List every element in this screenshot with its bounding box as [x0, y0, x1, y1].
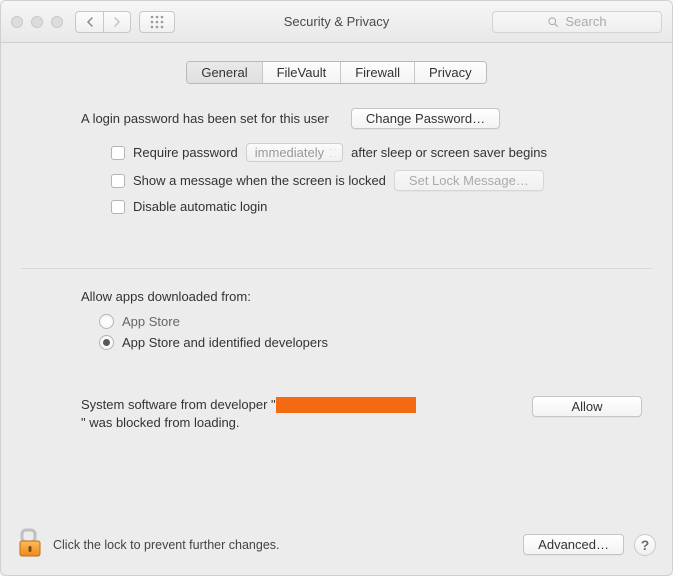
tab-filevault[interactable]: FileVault	[263, 62, 342, 83]
help-button[interactable]: ?	[634, 534, 656, 556]
search-input[interactable]: Search	[492, 11, 662, 33]
minimize-window-button[interactable]	[31, 16, 43, 28]
login-password-section: A login password has been set for this u…	[21, 108, 652, 222]
lock-icon[interactable]	[17, 528, 43, 561]
radio-identified-developers[interactable]	[99, 335, 114, 350]
titlebar: Security & Privacy Search	[1, 1, 672, 43]
chevron-left-icon	[85, 17, 95, 27]
login-password-set-label: A login password has been set for this u…	[81, 111, 329, 126]
window-controls	[11, 16, 63, 28]
show-all-button[interactable]	[139, 11, 175, 33]
divider	[21, 268, 652, 269]
require-password-checkbox[interactable]	[111, 146, 125, 160]
blocked-software-text: System software from developer "" was bl…	[81, 396, 512, 431]
gatekeeper-section: Allow apps downloaded from: App Store Ap…	[21, 289, 652, 356]
change-password-button[interactable]: Change Password…	[351, 108, 500, 129]
search-icon	[547, 16, 559, 28]
disable-auto-login-checkbox[interactable]	[111, 200, 125, 214]
radio-app-store[interactable]	[99, 314, 114, 329]
require-password-label: Require password	[133, 145, 238, 160]
radio-app-store-label: App Store	[122, 314, 180, 329]
blocked-prefix: System software from developer "	[81, 396, 276, 414]
blocked-suffix: " was blocked from loading.	[81, 414, 240, 432]
radio-identified-developers-label: App Store and identified developers	[122, 335, 328, 350]
require-password-delay-select[interactable]: immediately	[246, 143, 343, 162]
show-message-checkbox[interactable]	[111, 174, 125, 188]
tab-privacy[interactable]: Privacy	[415, 62, 486, 83]
zoom-window-button[interactable]	[51, 16, 63, 28]
advanced-button[interactable]: Advanced…	[523, 534, 624, 555]
content: General FileVault Firewall Privacy A log…	[1, 43, 672, 528]
tab-bar: General FileVault Firewall Privacy	[21, 61, 652, 84]
gatekeeper-radiogroup: App Store App Store and identified devel…	[81, 314, 612, 350]
tabs-segmented: General FileVault Firewall Privacy	[186, 61, 486, 84]
grid-icon	[150, 15, 164, 29]
set-lock-message-button[interactable]: Set Lock Message…	[394, 170, 544, 191]
close-window-button[interactable]	[11, 16, 23, 28]
forward-button[interactable]	[103, 11, 131, 33]
search-placeholder: Search	[565, 14, 606, 29]
blocked-software-row: System software from developer "" was bl…	[21, 396, 652, 431]
allow-button[interactable]: Allow	[532, 396, 642, 417]
tab-general[interactable]: General	[187, 62, 262, 83]
chevron-right-icon	[112, 17, 122, 27]
redacted-developer-name	[276, 397, 416, 413]
preferences-window: Security & Privacy Search General FileVa…	[0, 0, 673, 576]
require-password-suffix: after sleep or screen saver begins	[351, 145, 547, 160]
show-message-label: Show a message when the screen is locked	[133, 173, 386, 188]
back-button[interactable]	[75, 11, 103, 33]
lock-text: Click the lock to prevent further change…	[53, 538, 513, 552]
tab-firewall[interactable]: Firewall	[341, 62, 415, 83]
gatekeeper-heading: Allow apps downloaded from:	[81, 289, 612, 304]
nav-buttons	[75, 11, 131, 33]
footer: Click the lock to prevent further change…	[1, 528, 672, 575]
disable-auto-login-label: Disable automatic login	[133, 199, 267, 214]
